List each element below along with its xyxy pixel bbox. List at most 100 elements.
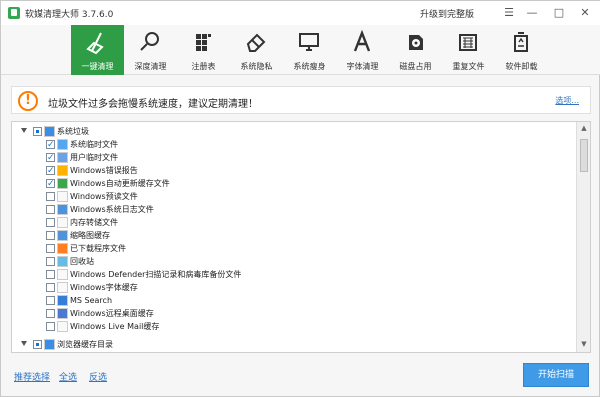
menu-icon[interactable]: ☰: [500, 5, 518, 20]
duplicate-files-icon: [459, 34, 477, 51]
collapse-icon[interactable]: [21, 341, 27, 346]
eraser-icon: [246, 33, 266, 52]
scroll-thumb[interactable]: [580, 139, 588, 172]
checkbox[interactable]: [46, 309, 55, 318]
tool-disk-usage[interactable]: 磁盘占用: [389, 25, 442, 75]
tree-row-label: Windows自动更新缓存文件: [70, 179, 170, 188]
checkbox[interactable]: [46, 152, 55, 165]
tree-row-label: MS Search: [70, 296, 113, 305]
tree-row-label: 系统垃圾: [57, 127, 89, 136]
title-bar: 软媒清理大师 3.7.6.0 升级到完整版 ☰ — □ ✕: [1, 1, 600, 25]
disk-icon: [409, 35, 423, 50]
tree-row-label: 浏览器缓存目录: [57, 340, 113, 349]
tool-label: 重复文件: [452, 62, 485, 71]
recommended-select-link[interactable]: 推荐选择: [14, 370, 50, 383]
cleanup-notice: ! 垃圾文件过多会拖慢系统速度，建议定期清理！ 选项...: [11, 86, 591, 114]
checkbox[interactable]: [46, 244, 55, 253]
app-icon: [8, 7, 20, 19]
checkbox[interactable]: [46, 283, 55, 292]
select-all-link[interactable]: 全选: [59, 370, 77, 383]
tool-label: 软件卸载: [505, 62, 538, 71]
memory-icon: [57, 217, 68, 228]
checkbox[interactable]: [46, 322, 55, 331]
font-icon: [353, 29, 371, 52]
upgrade-link[interactable]: 升级到完整版: [420, 7, 474, 20]
tool-label: 系统瘦身: [293, 62, 326, 71]
tree-row-label: 内存转储文件: [70, 218, 118, 227]
registry-icon: [196, 34, 211, 51]
tool-label: 一键清理: [81, 62, 114, 71]
tree-row-label: 缩略图缓存: [70, 231, 110, 240]
tool-software-uninstall[interactable]: 软件卸载: [495, 25, 548, 75]
tree-row-label: 回收站: [70, 257, 94, 266]
checkbox[interactable]: [46, 139, 55, 152]
tool-font-clean[interactable]: 字体清理: [336, 25, 389, 75]
tree-row-label: Windows字体缓存: [70, 283, 138, 292]
main-toolbar: 一键清理 深度清理 注册表 系统隐私 系统瘦身 字体清理 磁盘占用 重复文件 软…: [1, 25, 600, 75]
start-scan-button[interactable]: 开始扫描: [523, 363, 589, 387]
tool-registry[interactable]: 注册表: [177, 25, 230, 75]
font-cache-icon: [57, 282, 68, 293]
checkbox[interactable]: [46, 231, 55, 240]
checkbox[interactable]: [46, 270, 55, 279]
tool-label: 磁盘占用: [399, 62, 432, 71]
browser-icon: [44, 339, 55, 350]
tool-label: 注册表: [191, 62, 216, 71]
checkbox[interactable]: [46, 296, 55, 305]
broom-icon: [86, 32, 104, 55]
tree-row-label: Windows Live Mail缓存: [70, 322, 160, 331]
checkbox[interactable]: [46, 192, 55, 201]
checkbox[interactable]: [46, 205, 55, 214]
warning-icon: !: [18, 91, 38, 111]
checkbox[interactable]: [33, 340, 42, 349]
notice-text: 垃圾文件过多会拖慢系统速度，建议定期清理！: [48, 99, 258, 110]
cleaner-window: 软媒清理大师 3.7.6.0 升级到完整版 ☰ — □ ✕ 一键清理 深度清理 …: [0, 0, 600, 397]
tree-row-label: Windows远程桌面缓存: [70, 309, 154, 318]
shield-icon: [57, 269, 68, 280]
update-icon: [57, 178, 68, 189]
windows-icon: [44, 126, 55, 137]
log-icon: [57, 204, 68, 215]
invert-selection-link[interactable]: 反选: [89, 370, 107, 383]
checkbox[interactable]: [33, 127, 42, 136]
recycle-bin-icon: [57, 256, 68, 267]
prefetch-icon: [57, 191, 68, 202]
mail-icon: [57, 321, 68, 332]
tree-row-label: Windows预读文件: [70, 192, 138, 201]
collapse-icon[interactable]: [21, 128, 27, 133]
tree-row-label: Windows Defender扫描记录和病毒库备份文件: [70, 270, 242, 279]
checkbox[interactable]: [46, 218, 55, 227]
tool-system-privacy[interactable]: 系统隐私: [230, 25, 283, 75]
window-title: 软媒清理大师 3.7.6.0: [25, 10, 114, 20]
tool-deep-clean[interactable]: 深度清理: [124, 25, 177, 75]
tool-label: 字体清理: [346, 62, 379, 71]
search-icon: [57, 295, 68, 306]
checkbox[interactable]: [46, 257, 55, 266]
monitor-icon: [299, 33, 319, 51]
scroll-down-icon[interactable]: ▼: [579, 340, 589, 350]
cleanup-tree[interactable]: 系统垃圾 系统临时文件 用户临时文件 Windows错误报告 Windows自动…: [11, 121, 591, 353]
vertical-scrollbar[interactable]: ▲ ▼: [576, 122, 590, 352]
tree-row-label: 系统临时文件: [70, 140, 118, 149]
tool-label: 系统隐私: [240, 62, 273, 71]
tree-row-label: Windows错误报告: [70, 166, 138, 175]
user-icon: [57, 152, 68, 163]
tool-label: 深度清理: [134, 62, 167, 71]
maximize-icon[interactable]: □: [550, 5, 568, 20]
tool-system-slim[interactable]: 系统瘦身: [283, 25, 336, 75]
warning-icon: [57, 165, 68, 176]
options-link[interactable]: 选项...: [555, 95, 579, 106]
tree-row-label: 已下载程序文件: [70, 244, 126, 253]
magnifier-icon: [140, 32, 159, 51]
checkbox[interactable]: [46, 178, 55, 191]
tool-one-click-clean[interactable]: 一键清理: [71, 25, 124, 75]
close-icon[interactable]: ✕: [576, 5, 594, 20]
tool-duplicate-files[interactable]: 重复文件: [442, 25, 495, 75]
remote-desktop-icon: [57, 308, 68, 319]
scroll-up-icon[interactable]: ▲: [579, 124, 589, 134]
checkbox[interactable]: [46, 165, 55, 178]
tree-row-label: Windows系统日志文件: [70, 205, 154, 214]
minimize-icon[interactable]: —: [523, 5, 541, 20]
windows-icon: [57, 139, 68, 150]
tree-row-label: 用户临时文件: [70, 153, 118, 162]
